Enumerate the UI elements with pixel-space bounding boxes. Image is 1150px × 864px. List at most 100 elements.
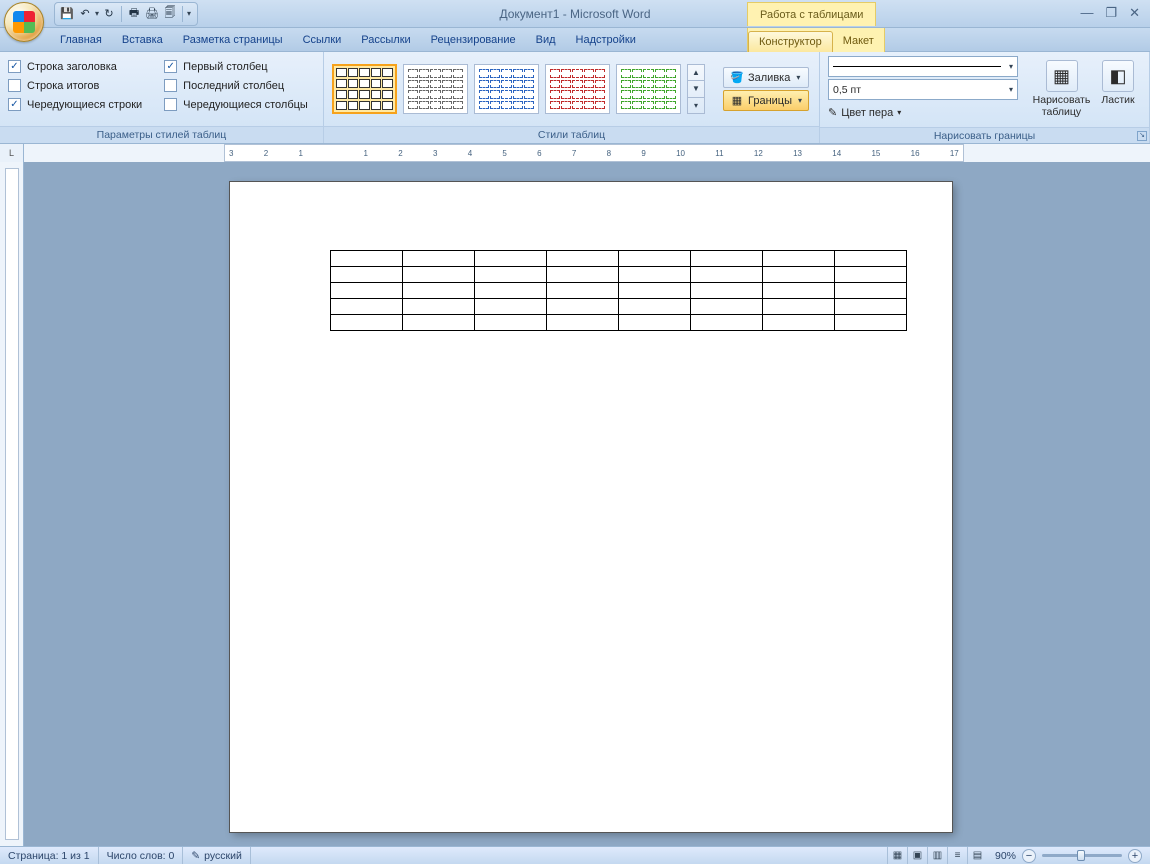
title-bar: 💾 ↶ ▾ ↻ 🖶 🖨 🗐 ▾ Документ1 - Microsoft Wo… (0, 0, 1150, 28)
check-banded-columns-label: Чередующиеся столбцы (183, 99, 308, 111)
check-header-row-label: Строка заголовка (27, 61, 117, 73)
check-last-column-label: Последний столбец (183, 80, 284, 92)
restore-button[interactable]: ❐ (1105, 6, 1117, 19)
check-first-column-label: Первый столбец (183, 61, 267, 73)
page[interactable] (230, 182, 952, 832)
document-table[interactable] (330, 250, 907, 331)
table-row (331, 315, 907, 331)
draw-table-button[interactable]: ▦ Нарисовать таблицу (1034, 56, 1089, 118)
borders-button[interactable]: ▦Границы▾ (723, 90, 809, 111)
document-area[interactable] (24, 162, 1150, 846)
status-page[interactable]: Страница: 1 из 1 (0, 847, 99, 864)
proofing-icon: ✎ (191, 850, 200, 862)
line-weight-combo[interactable]: 0,5 пт ▾ (828, 79, 1018, 100)
zoom-slider[interactable] (1042, 854, 1122, 857)
pen-color-label: Цвет пера (841, 107, 893, 119)
line-weight-value: 0,5 пт (833, 84, 861, 96)
eraser-button[interactable]: ◧ Ластик (1097, 56, 1139, 106)
tab-mailings[interactable]: Рассылки (351, 30, 420, 51)
tab-page-layout[interactable]: Разметка страницы (173, 30, 293, 51)
zoom-slider-thumb[interactable] (1077, 850, 1085, 861)
tab-table-layout[interactable]: Макет (833, 31, 884, 52)
table-style-thumb[interactable] (616, 64, 681, 114)
dialog-launcher-icon[interactable]: ↘ (1137, 131, 1147, 141)
horizontal-ruler[interactable]: 3211234567891011121314151617 (24, 144, 1150, 162)
group-draw-borders: ▾ 0,5 пт ▾ ✎Цвет пера▾ ▦ Нарисовать табли… (820, 52, 1150, 143)
undo-dropdown-icon[interactable]: ▾ (95, 9, 99, 18)
qat-separator (182, 6, 183, 22)
draw-table-label: Нарисовать таблицу (1033, 94, 1091, 118)
quick-print-icon[interactable]: 🖨 (144, 6, 160, 22)
check-last-column[interactable]: Последний столбец (164, 79, 308, 92)
check-total-row[interactable]: Строка итогов (8, 79, 142, 92)
window-controls: — ❐ ✕ (1080, 6, 1140, 19)
dropdown-icon: ▾ (796, 73, 800, 82)
redo-icon[interactable]: ↻ (101, 6, 117, 22)
eraser-icon: ◧ (1102, 60, 1134, 92)
tab-view[interactable]: Вид (526, 30, 566, 51)
zoom-controls: 90% − + (987, 849, 1150, 863)
table-row (331, 283, 907, 299)
undo-icon[interactable]: ↶ (77, 6, 93, 22)
borders-icon: ▦ (730, 94, 744, 108)
tab-insert[interactable]: Вставка (112, 30, 173, 51)
view-print-layout-icon[interactable]: ▦ (887, 847, 907, 864)
status-language[interactable]: ✎русский (183, 847, 251, 864)
view-full-screen-icon[interactable]: ▣ (907, 847, 927, 864)
ribbon: Строка заголовка Строка итогов Чередующи… (0, 52, 1150, 144)
zoom-out-button[interactable]: − (1022, 849, 1036, 863)
pen-color-button[interactable]: ✎Цвет пера▾ (828, 102, 1018, 123)
check-banded-columns[interactable]: Чередующиеся столбцы (164, 98, 308, 111)
contextual-tab-header: Работа с таблицами (747, 2, 876, 26)
group-label-table-style-options: Параметры стилей таблиц (0, 126, 323, 143)
dropdown-icon: ▾ (1009, 85, 1013, 94)
save-icon[interactable]: 💾 (59, 6, 75, 22)
print-icon[interactable]: 🖶 (126, 6, 142, 22)
check-banded-rows-label: Чередующиеся строки (27, 99, 142, 111)
table-row (331, 267, 907, 283)
check-first-column[interactable]: Первый столбец (164, 60, 308, 73)
window-title: Документ1 - Microsoft Word (499, 7, 650, 21)
gallery-more-icon[interactable]: ▾ (688, 98, 704, 113)
view-outline-icon[interactable]: ≡ (947, 847, 967, 864)
group-table-style-options: Строка заголовка Строка итогов Чередующи… (0, 52, 324, 143)
check-banded-rows[interactable]: Чередующиеся строки (8, 98, 142, 111)
workspace (0, 162, 1150, 846)
tab-addins[interactable]: Надстройки (566, 30, 646, 51)
view-buttons: ▦ ▣ ▥ ≡ ▤ (887, 847, 987, 864)
status-word-count[interactable]: Число слов: 0 (99, 847, 184, 864)
zoom-level[interactable]: 90% (995, 850, 1016, 862)
line-style-combo[interactable]: ▾ (828, 56, 1018, 77)
shading-label: Заливка (748, 72, 790, 84)
tab-references[interactable]: Ссылки (293, 30, 352, 51)
tab-home[interactable]: Главная (50, 30, 112, 51)
office-button[interactable] (4, 2, 44, 42)
gallery-up-icon[interactable]: ▲ (688, 65, 704, 81)
tab-selector[interactable]: L (0, 144, 24, 162)
table-style-thumb[interactable] (403, 64, 468, 114)
zoom-in-button[interactable]: + (1128, 849, 1142, 863)
ruler-row: L 3211234567891011121314151617 (0, 144, 1150, 162)
paint-bucket-icon: 🪣 (730, 71, 744, 85)
table-style-thumb[interactable] (474, 64, 539, 114)
view-draft-icon[interactable]: ▤ (967, 847, 987, 864)
view-web-layout-icon[interactable]: ▥ (927, 847, 947, 864)
minimize-button[interactable]: — (1080, 6, 1093, 19)
qat-customize-icon[interactable]: ▾ (187, 9, 191, 18)
shading-button[interactable]: 🪣 Заливка ▾ (723, 67, 809, 88)
close-button[interactable]: ✕ (1129, 6, 1140, 19)
tab-table-design[interactable]: Конструктор (748, 31, 833, 53)
gallery-down-icon[interactable]: ▼ (688, 81, 704, 97)
table-style-thumb[interactable] (332, 64, 397, 114)
draw-table-icon: ▦ (1046, 60, 1078, 92)
ribbon-tabs: Главная Вставка Разметка страницы Ссылки… (0, 28, 1150, 52)
status-bar: Страница: 1 из 1 Число слов: 0 ✎русский … (0, 846, 1150, 864)
vertical-ruler[interactable] (0, 162, 24, 846)
check-header-row[interactable]: Строка заголовка (8, 60, 142, 73)
table-style-thumb[interactable] (545, 64, 610, 114)
group-label-table-styles: Стили таблиц (324, 126, 819, 143)
tab-review[interactable]: Рецензирование (421, 30, 526, 51)
print-preview-icon[interactable]: 🗐 (162, 6, 178, 22)
gallery-scroll: ▲ ▼ ▾ (687, 64, 705, 114)
quick-access-toolbar: 💾 ↶ ▾ ↻ 🖶 🖨 🗐 ▾ (54, 2, 198, 26)
